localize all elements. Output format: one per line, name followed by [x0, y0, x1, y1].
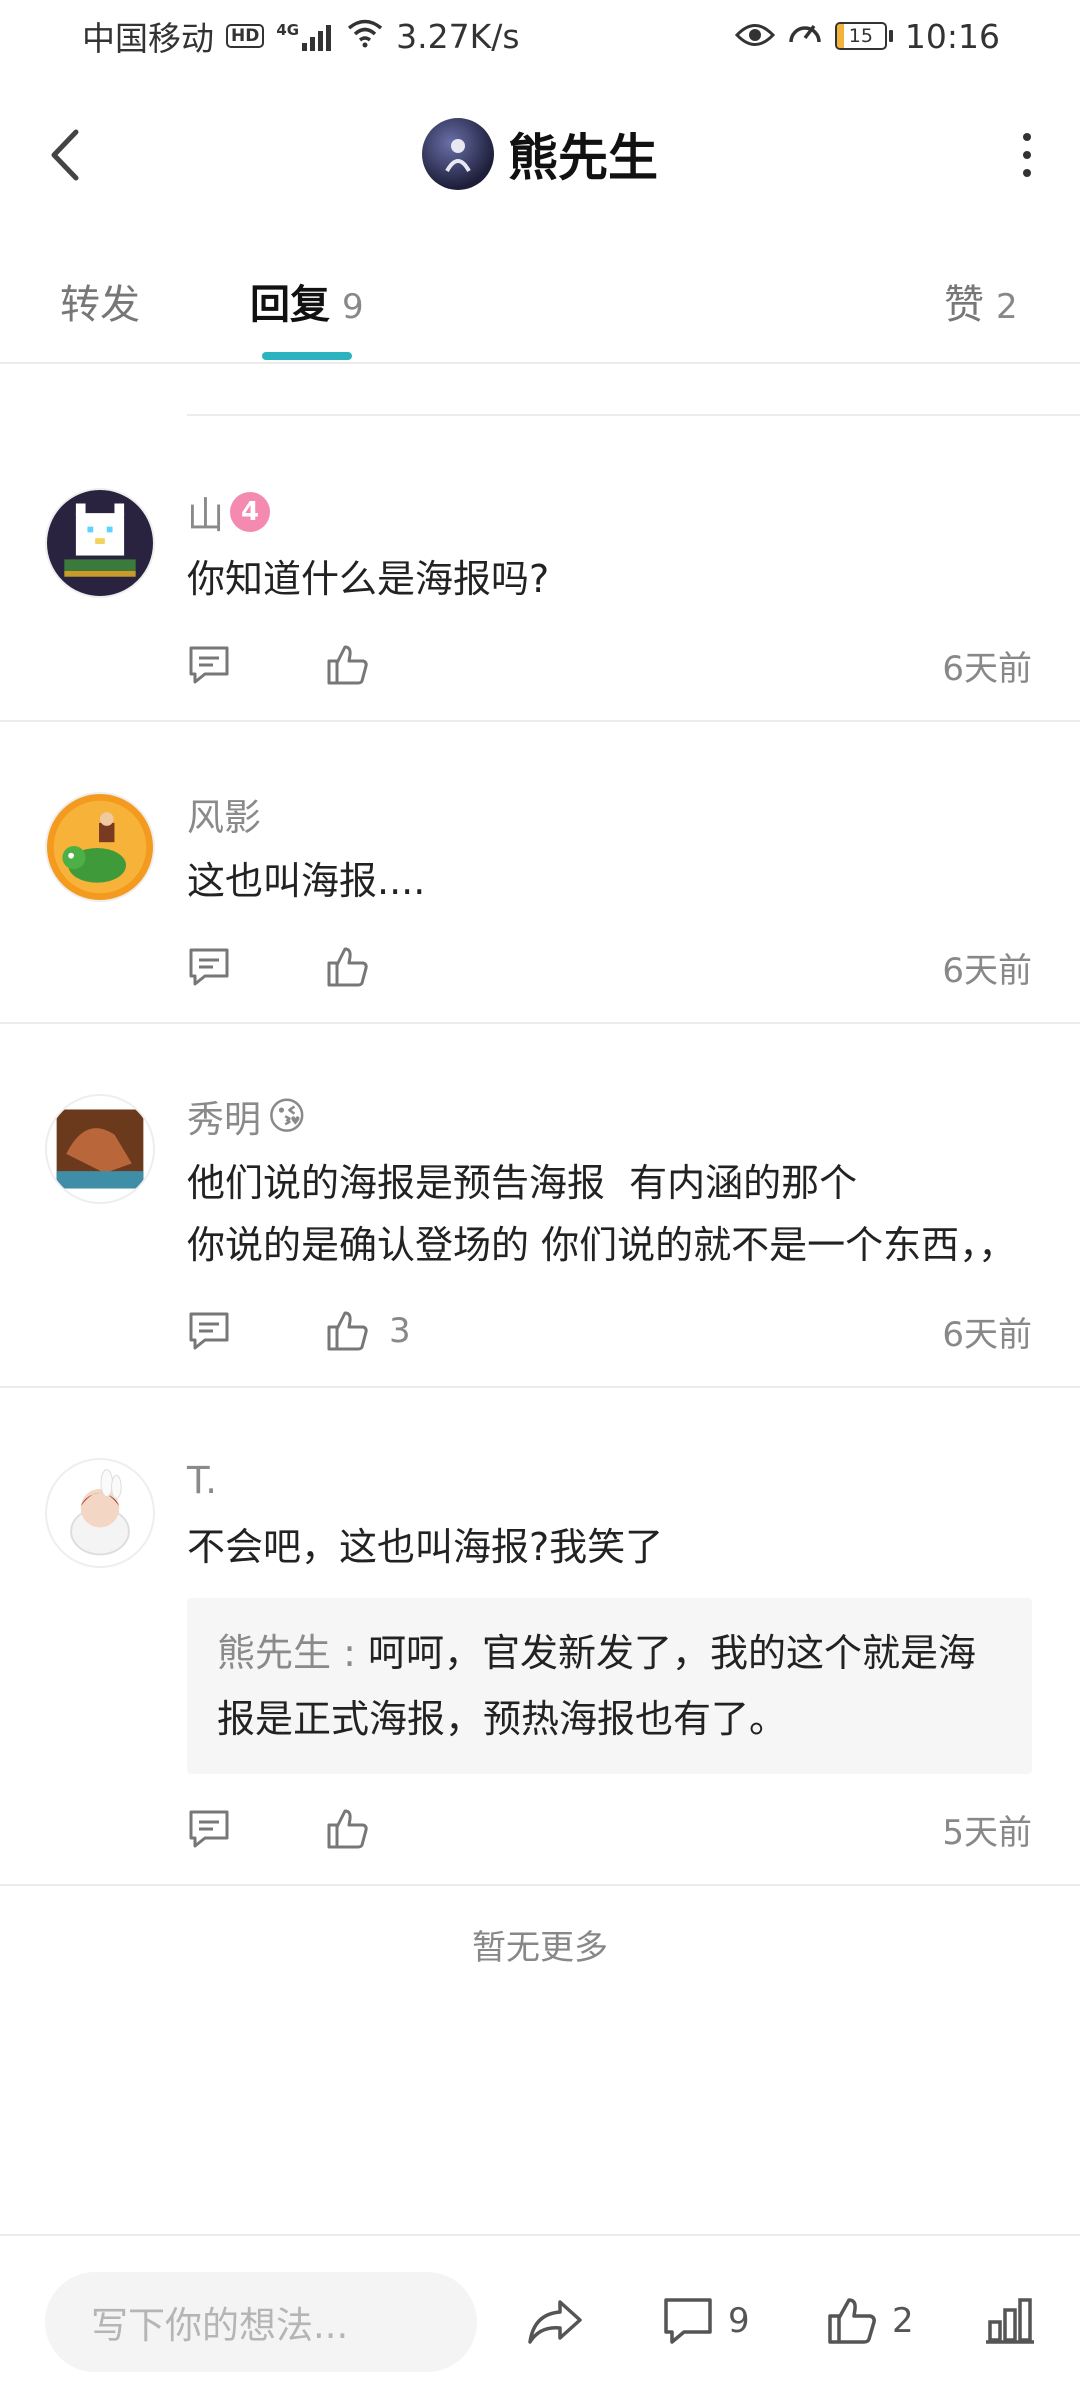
comment-text: 不会吧，这也叫海报?我笑了 — [187, 1525, 664, 1569]
quoted-reply[interactable]: 熊先生 : 呵呵，官发新发了，我的这个就是海报是正式海报，预热海报也有了。 — [187, 1598, 1032, 1774]
thumbs-up-icon — [327, 1809, 368, 1849]
thumbs-up-icon — [327, 645, 368, 685]
reply-icon[interactable] — [187, 1806, 233, 1852]
thumbs-up-icon — [828, 2298, 876, 2344]
comment-text: 这也叫海报.... — [187, 859, 426, 903]
thumbs-up-icon — [327, 947, 368, 987]
bar-chart-icon — [986, 2298, 1034, 2344]
comment-text: 他们说的海报是预告海报 有内涵的那个 你说的是确认登场的 你们说的就不是一个东西… — [187, 1161, 1017, 1267]
avatar[interactable] — [45, 488, 155, 598]
tab-replies-label: 回复 — [250, 282, 330, 328]
commenter-name[interactable]: 山 — [187, 485, 224, 539]
tab-likes-label: 赞 — [944, 282, 984, 328]
network-speed: 3.27K/s — [396, 16, 520, 56]
tab-replies[interactable]: 回复 9 — [250, 272, 364, 330]
comment-time: 6天前 — [942, 950, 1032, 991]
active-tab-indicator — [262, 352, 352, 360]
comment-actions: 6天前 — [187, 610, 1032, 720]
like-count: 3 — [389, 1311, 411, 1351]
more-options-button[interactable] — [1002, 125, 1052, 185]
battery-level: 15 — [848, 25, 873, 47]
share-button[interactable] — [526, 2276, 584, 2366]
like-button[interactable]: 3 — [325, 1309, 411, 1353]
tab-likes-count: 2 — [996, 287, 1018, 327]
comment-input[interactable]: 写下你的想法... — [45, 2272, 477, 2372]
tab-replies-count: 9 — [342, 287, 364, 327]
emoji-kiss-icon: 😘 — [267, 1094, 307, 1138]
reply-icon[interactable] — [187, 1308, 233, 1354]
comments-button[interactable]: 9 — [662, 2276, 750, 2366]
comments-count: 9 — [728, 2301, 750, 2341]
share-icon — [528, 2300, 582, 2344]
hd-badge: HD — [226, 24, 265, 48]
tab-bar: 转发 回复 9 赞 2 — [0, 240, 1080, 364]
comment-item: T. 不会吧，这也叫海报?我笑了 熊先生 : 呵呵，官发新发了，我的这个就是海报… — [0, 1388, 1080, 1886]
comment-item: 秀明 😘 他们说的海报是预告海报 有内涵的那个 你说的是确认登场的 你们说的就不… — [0, 1024, 1080, 1388]
post-likes-count: 2 — [892, 2301, 914, 2341]
speedometer-icon — [787, 16, 823, 56]
tab-forward[interactable]: 转发 — [60, 272, 140, 330]
wifi-icon — [346, 17, 384, 56]
stats-button[interactable] — [984, 2276, 1036, 2366]
comment-input-placeholder: 写下你的想法... — [91, 2304, 349, 2347]
page-title: 熊先生 — [508, 129, 658, 187]
reply-list: 山 4 你知道什么是海报吗? 6天前 风影 这也叫海报.... 6天前 秀明 😘… — [0, 366, 1080, 1969]
bottom-action-bar: 写下你的想法... 9 2 — [0, 2234, 1080, 2400]
like-post-button[interactable]: 2 — [826, 2276, 914, 2366]
tab-forward-label: 转发 — [60, 282, 140, 328]
comment-time: 6天前 — [942, 1314, 1032, 1355]
no-more-label: 暂无更多 — [472, 1928, 608, 1968]
avatar[interactable] — [45, 792, 155, 902]
comment-time: 5天前 — [942, 1812, 1032, 1853]
previous-comment-stub — [187, 366, 1080, 416]
status-bar: 中国移动 HD 4G 3.27K/s 15 10:16 — [0, 0, 1080, 72]
thumbs-up-icon — [327, 1311, 368, 1351]
eye-icon — [734, 17, 775, 56]
avatar[interactable] — [45, 1458, 155, 1568]
reply-icon[interactable] — [187, 642, 233, 688]
title-area[interactable]: 熊先生 — [0, 118, 1080, 190]
like-button[interactable] — [325, 945, 389, 989]
network-type: 4G — [276, 21, 300, 39]
quoted-author: 熊先生 : — [217, 1631, 368, 1675]
commenter-name[interactable]: 风影 — [187, 787, 261, 841]
commenter-name[interactable]: 秀明 — [187, 1089, 261, 1143]
comment-item: 山 4 你知道什么是海报吗? 6天前 — [0, 416, 1080, 722]
like-button[interactable] — [325, 1807, 389, 1851]
top-header: 熊先生 — [0, 90, 1080, 220]
comment-actions: 6天前 — [187, 912, 1032, 1022]
author-avatar[interactable] — [422, 118, 494, 190]
battery-icon: 15 — [834, 22, 893, 50]
level-badge: 4 — [230, 492, 270, 532]
like-button[interactable] — [325, 643, 389, 687]
clock: 10:16 — [904, 16, 1000, 56]
comment-actions: 5天前 — [187, 1774, 1032, 1884]
comment-actions: 3 6天前 — [187, 1276, 1032, 1386]
comment-time: 6天前 — [942, 648, 1032, 689]
signal-icon: 4G — [276, 21, 334, 51]
carrier-name: 中国移动 — [82, 19, 214, 58]
tab-likes[interactable]: 赞 2 — [944, 272, 1018, 330]
comment-text: 你知道什么是海报吗? — [187, 557, 550, 601]
reply-icon[interactable] — [187, 944, 233, 990]
comment-item: 风影 这也叫海报.... 6天前 — [0, 722, 1080, 1024]
commenter-name[interactable]: T. — [187, 1459, 217, 1502]
avatar[interactable] — [45, 1094, 155, 1204]
comment-icon — [664, 2298, 712, 2344]
